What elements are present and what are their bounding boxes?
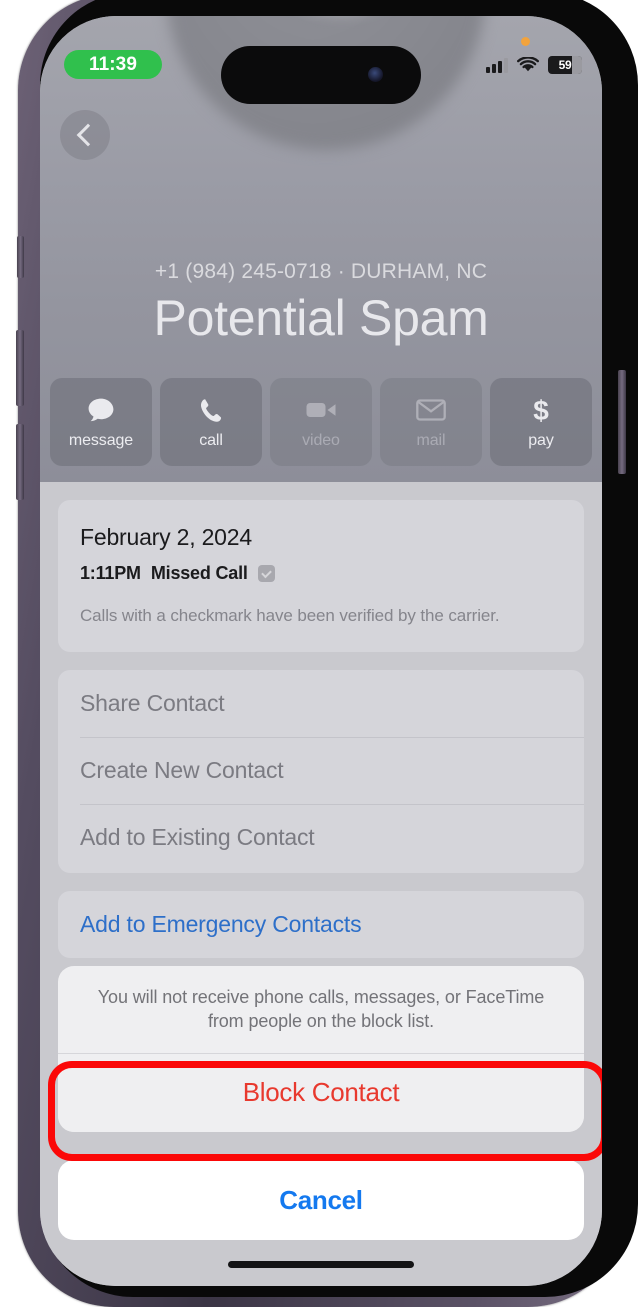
dynamic-island [221,46,421,104]
chevron-left-icon [76,123,99,147]
block-contact-action-sheet: You will not receive phone calls, messag… [40,966,602,1286]
orange-recording-dot-icon [521,37,530,46]
contact-action-row: message call video mail $ pay [50,378,592,466]
phone-screen: 11:39 59 +1 (984) 245-0718 · DURHAM, NC … [40,16,602,1286]
status-time: 11:39 [88,53,138,75]
call-date: February 2, 2024 [80,524,252,550]
checkmark-badge-icon [257,565,275,582]
contact-options-card: Share Contact Create New Contact Add to … [58,670,584,873]
action-label: mail [416,431,446,449]
mute-switch[interactable] [17,236,24,278]
action-sheet-group: You will not receive phone calls, messag… [58,966,584,1132]
wifi-icon [517,57,539,72]
action-label: video [302,431,340,449]
verified-note: Calls with a checkmark have been verifie… [80,606,500,625]
action-button-pay[interactable]: $ pay [490,378,592,466]
option-create-new-contact[interactable]: Create New Contact [58,737,584,804]
action-button-message[interactable]: message [50,378,152,466]
call-history-card: February 2, 2024 1:11PM Missed Call Call… [58,500,584,652]
block-contact-button[interactable]: Block Contact [58,1053,584,1132]
message-bubble-icon [86,395,116,425]
option-share-contact[interactable]: Share Contact [58,670,584,737]
cancel-button[interactable]: Cancel [58,1160,584,1240]
option-add-to-existing-contact[interactable]: Add to Existing Contact [58,804,584,871]
cancel-label: Cancel [279,1184,363,1215]
call-entry: 1:11PM Missed Call [80,563,562,584]
check-glyph [260,567,272,578]
call-time: 1:11PM [80,563,141,583]
action-label: call [199,431,223,449]
action-button-call[interactable]: call [160,378,262,466]
action-label: pay [528,431,554,449]
option-add-to-emergency-contacts[interactable]: Add to Emergency Contacts [58,891,584,958]
front-camera-icon [368,67,383,82]
envelope-icon [416,395,446,425]
cellular-signal-icon [486,57,508,73]
action-sheet-message: You will not receive phone calls, messag… [97,987,545,1032]
contact-header: 11:39 59 +1 (984) 245-0718 · DURHAM, NC … [40,16,602,482]
back-button[interactable] [60,110,110,160]
power-button[interactable] [618,370,626,474]
page-title: Potential Spam [153,290,489,346]
phone-icon [197,395,225,425]
action-button-mail[interactable]: mail [380,378,482,466]
battery-icon: 59 [548,56,582,74]
emergency-contacts-card: Add to Emergency Contacts [58,891,584,958]
volume-down-button[interactable] [16,424,24,500]
dollar-sign-icon: $ [531,395,551,425]
action-button-video[interactable]: video [270,378,372,466]
contact-subtitle: +1 (984) 245-0718 · DURHAM, NC [154,260,488,283]
call-type: Missed Call [150,563,248,583]
block-contact-label: Block Contact [242,1077,400,1108]
action-label: message [68,431,134,449]
active-call-time-pill[interactable]: 11:39 [64,50,162,79]
video-camera-icon [305,395,337,425]
volume-up-button[interactable] [16,330,24,406]
svg-text:$: $ [533,395,549,425]
battery-percent: 59 [558,58,572,72]
status-icons: 59 [486,56,582,74]
home-indicator[interactable] [228,1261,414,1268]
